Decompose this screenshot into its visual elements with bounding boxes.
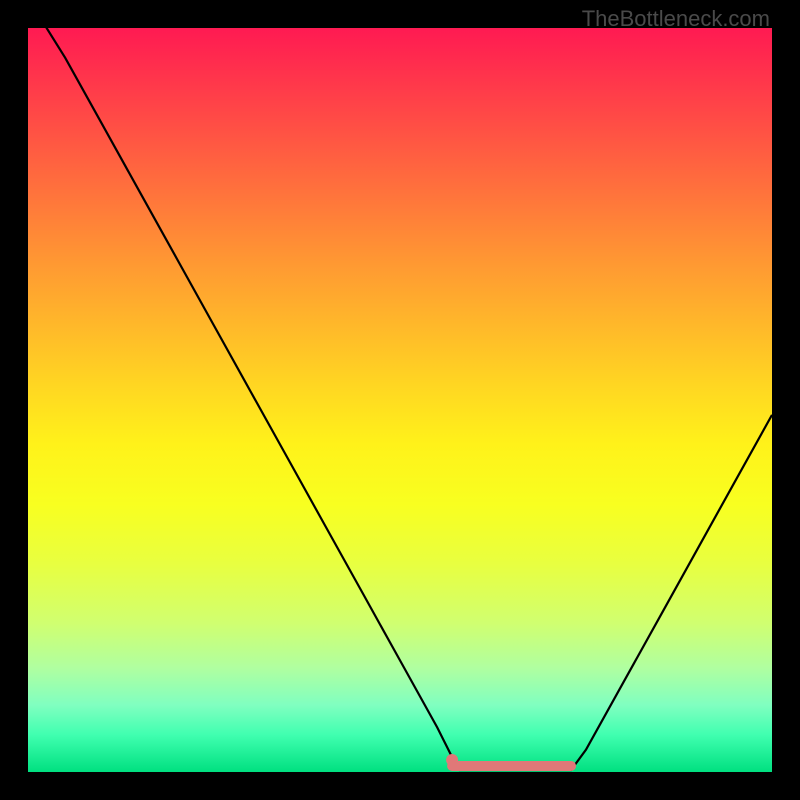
optimal-point-marker bbox=[446, 754, 458, 766]
chart-curve-group bbox=[28, 28, 772, 770]
bottleneck-chart bbox=[28, 28, 772, 772]
watermark-text: TheBottleneck.com bbox=[582, 6, 770, 32]
bottleneck-curve-line bbox=[28, 28, 772, 770]
